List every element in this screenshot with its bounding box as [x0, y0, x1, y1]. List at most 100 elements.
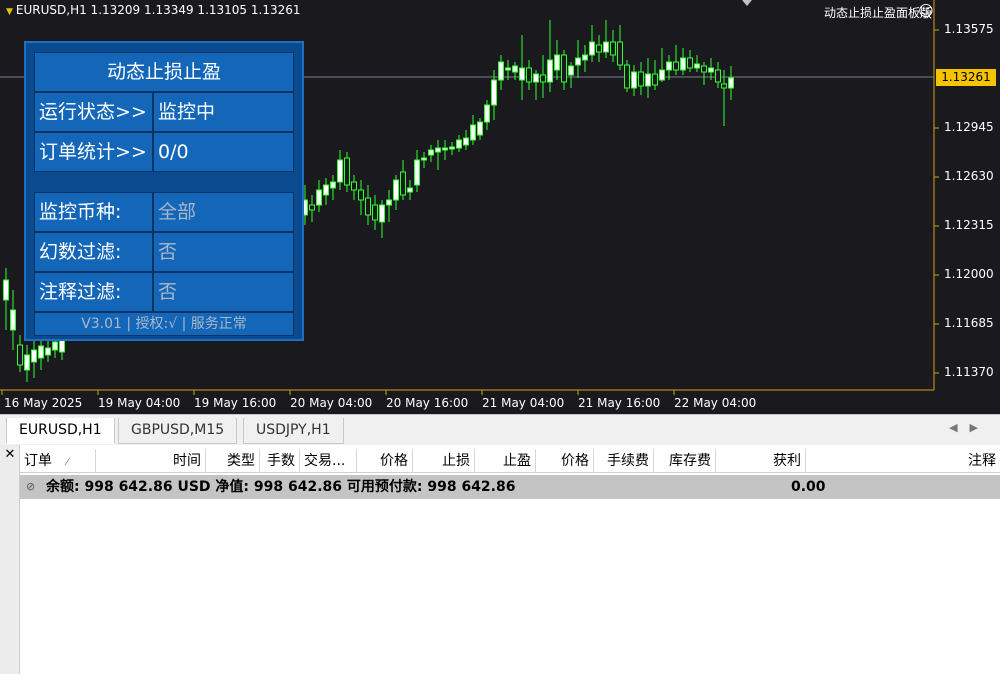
- bear-candle-body: [526, 67, 532, 83]
- tab-usdjpy-h1[interactable]: USDJPY,H1: [243, 418, 344, 444]
- bear-candle-body: [372, 204, 378, 221]
- column-profit[interactable]: 获利: [716, 449, 806, 473]
- bear-candle-body: [17, 344, 23, 366]
- chart-tabs: EURUSD,H1 GBPUSD,M15 USDJPY,H1 ◀▶: [0, 414, 1000, 445]
- bull-candle-body: [484, 104, 490, 123]
- bull-candle-body: [435, 147, 441, 153]
- bull-candle-body: [680, 57, 686, 71]
- terminal-side-strip: [0, 445, 20, 674]
- balance-icon: ⊘: [26, 480, 36, 493]
- bull-candle-body: [24, 354, 30, 371]
- column-order[interactable]: 订单 ⁄: [20, 449, 96, 473]
- bear-candle-body: [610, 41, 616, 56]
- column-type[interactable]: 类型: [206, 449, 260, 473]
- bull-candle-body: [554, 54, 560, 71]
- bull-candle-body: [728, 77, 734, 89]
- price-axis-label: 1.13575: [944, 22, 994, 36]
- time-axis-label: 20 May 04:00: [290, 396, 373, 410]
- scroll-left-icon[interactable]: ◀: [949, 421, 969, 434]
- bull-candle-body: [379, 204, 385, 223]
- bear-candle-body: [624, 64, 630, 89]
- column-symbol[interactable]: 交易...: [300, 449, 357, 473]
- balance-profit: 0.00: [791, 479, 826, 495]
- price-axis-label: 1.12315: [944, 218, 994, 232]
- symbol-filter-value[interactable]: 全部: [153, 192, 294, 232]
- balance-text: 余额: 998 642.86 USD 净值: 998 642.86 可用预付款:…: [46, 479, 516, 495]
- current-price-tag: 1.13261: [936, 69, 996, 86]
- sort-icon: ⁄: [66, 457, 69, 468]
- bull-candle-body: [442, 147, 448, 151]
- column-time[interactable]: 时间: [96, 449, 206, 473]
- ea-title: 动态止损止盈面板版: [823, 6, 932, 20]
- bull-candle-body: [498, 61, 504, 81]
- bull-candle-body: [582, 54, 588, 61]
- bull-candle-body: [330, 181, 336, 189]
- bull-candle-body: [491, 79, 497, 106]
- bull-candle-body: [407, 187, 413, 193]
- dropdown-triangle-icon[interactable]: ▼: [6, 7, 13, 17]
- bear-candle-body: [721, 83, 727, 89]
- trade-terminal: ✕ 订单 ⁄ 时间 类型 手数 交易... 价格 止损 止盈 价格 手续费 库存…: [0, 445, 1000, 674]
- close-icon[interactable]: ✕: [2, 447, 18, 462]
- bull-candle-body: [470, 124, 476, 141]
- column-commission[interactable]: 手续费: [594, 449, 654, 473]
- price-axis-label: 1.12630: [944, 169, 994, 183]
- bear-candle-body: [673, 61, 679, 71]
- bull-candle-body: [666, 61, 672, 71]
- tab-eurusd-h1[interactable]: EURUSD,H1: [6, 418, 115, 444]
- bull-candle-body: [323, 184, 329, 196]
- panel-title: 动态止损止盈: [34, 52, 294, 92]
- tab-scroll-arrows[interactable]: ◀▶: [949, 421, 990, 434]
- bear-candle-body: [400, 171, 406, 196]
- bull-candle-body: [428, 149, 434, 156]
- smiley-icon[interactable]: ☺: [918, 2, 934, 20]
- bear-candle-body: [617, 41, 623, 66]
- bull-candle-body: [3, 279, 9, 301]
- chart-shift-marker: [742, 0, 752, 6]
- time-axis-label: 21 May 04:00: [482, 396, 565, 410]
- bull-candle-body: [52, 341, 58, 351]
- column-price[interactable]: 价格: [536, 449, 594, 473]
- bear-candle-body: [715, 69, 721, 83]
- bear-candle-body: [351, 181, 357, 191]
- price-axis-label: 1.12945: [944, 120, 994, 134]
- bull-candle-body: [316, 189, 322, 206]
- chart-window[interactable]: ▼ EURUSD,H1 1.13209 1.13349 1.13105 1.132…: [0, 0, 1000, 414]
- symbol-filter-label: 监控币种:: [34, 192, 153, 232]
- time-axis-label: 16 May 2025: [4, 396, 83, 410]
- magic-filter-value[interactable]: 否: [153, 232, 294, 272]
- bull-candle-body: [421, 157, 427, 161]
- price-axis-label: 1.11685: [944, 316, 994, 330]
- column-swap[interactable]: 库存费: [654, 449, 716, 473]
- comment-filter-label: 注释过滤:: [34, 272, 153, 312]
- bull-candle-body: [589, 41, 595, 56]
- bear-candle-body: [638, 71, 644, 87]
- column-stop-loss[interactable]: 止损: [413, 449, 475, 473]
- time-axis-label: 19 May 16:00: [194, 396, 277, 410]
- column-volume[interactable]: 手数: [260, 449, 300, 473]
- trade-table-header: 订单 ⁄ 时间 类型 手数 交易... 价格 止损 止盈 价格 手续费 库存费 …: [20, 449, 1000, 473]
- bull-candle-body: [456, 139, 462, 149]
- panel-footer: V3.01 | 授权:√ | 服务正常: [34, 312, 294, 336]
- time-axis-label: 20 May 16:00: [386, 396, 469, 410]
- balance-row[interactable]: ⊘ 余额: 998 642.86 USD 净值: 998 642.86 可用预付…: [20, 475, 1000, 499]
- bear-candle-body: [652, 73, 658, 86]
- column-label: 订单: [24, 453, 52, 469]
- bull-candle-body: [547, 59, 553, 83]
- tab-gbpusd-m15[interactable]: GBPUSD,M15: [118, 418, 238, 444]
- column-open-price[interactable]: 价格: [357, 449, 413, 473]
- sl-tp-panel[interactable]: 动态止损止盈 运行状态>> 监控中 订单统计>> 0/0 监控币种: 全部 幻数…: [24, 41, 304, 341]
- bull-candle-body: [659, 69, 665, 81]
- bull-candle-body: [393, 179, 399, 201]
- bear-candle-body: [596, 44, 602, 53]
- time-axis-label: 22 May 04:00: [674, 396, 757, 410]
- bull-candle-body: [645, 73, 651, 87]
- run-status-label: 运行状态>>: [34, 92, 153, 132]
- column-comment[interactable]: 注释: [806, 449, 1000, 473]
- scroll-right-icon[interactable]: ▶: [970, 421, 990, 434]
- bull-candle-body: [45, 347, 51, 356]
- comment-filter-value[interactable]: 否: [153, 272, 294, 312]
- bull-candle-body: [38, 345, 44, 359]
- bull-candle-body: [568, 65, 574, 76]
- column-take-profit[interactable]: 止盈: [475, 449, 536, 473]
